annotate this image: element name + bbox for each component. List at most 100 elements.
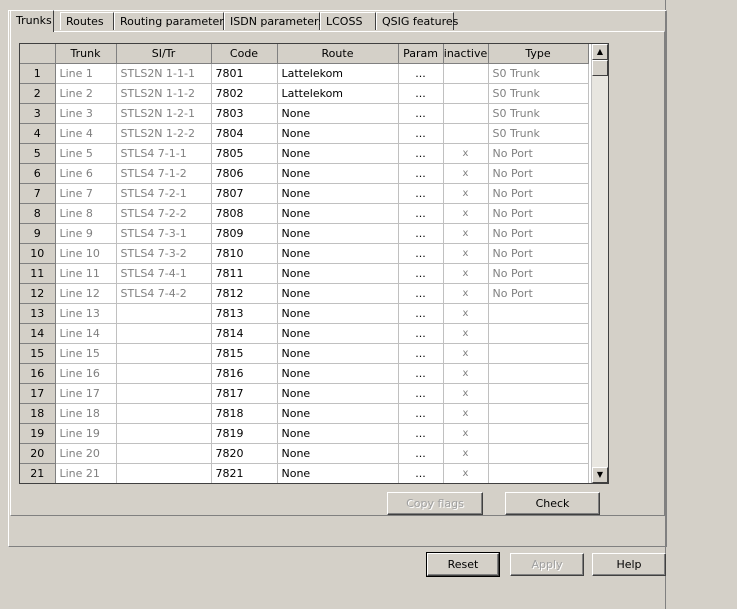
param-cell[interactable]: ... bbox=[398, 403, 444, 424]
param-cell[interactable]: ... bbox=[398, 163, 444, 184]
type-cell[interactable]: No Port bbox=[488, 223, 589, 244]
si-tr-cell[interactable]: STLS4 7-1-2 bbox=[116, 163, 212, 184]
inactive-cell[interactable]: x bbox=[443, 363, 489, 384]
trunk-cell[interactable]: Line 6 bbox=[55, 163, 117, 184]
trunk-cell[interactable]: Line 17 bbox=[55, 383, 117, 404]
table-row[interactable]: 18 Line 18 7818 None... x bbox=[20, 403, 589, 424]
copy-flags-button[interactable]: Copy flags bbox=[387, 492, 483, 515]
param-cell[interactable]: ... bbox=[398, 63, 444, 84]
si-tr-cell[interactable] bbox=[116, 443, 212, 464]
inactive-cell[interactable]: x bbox=[443, 463, 489, 483]
type-cell[interactable] bbox=[488, 303, 589, 324]
type-cell[interactable] bbox=[488, 383, 589, 404]
table-row[interactable]: 13 Line 13 7813 None... x bbox=[20, 303, 589, 324]
route-cell[interactable]: None bbox=[277, 223, 399, 244]
table-row[interactable]: 21 Line 21 7821 None... x bbox=[20, 463, 589, 483]
trunk-cell[interactable]: Line 7 bbox=[55, 183, 117, 204]
apply-button[interactable]: Apply bbox=[510, 553, 584, 576]
type-cell[interactable]: No Port bbox=[488, 203, 589, 224]
route-cell[interactable]: None bbox=[277, 203, 399, 224]
table-row[interactable]: 3 Line 3 STLS2N 1-2-1 7803 None... S0 Trunk bbox=[20, 103, 589, 124]
si-tr-cell[interactable] bbox=[116, 463, 212, 483]
column-header-route[interactable]: Route bbox=[277, 44, 399, 64]
code-cell[interactable]: 7806 bbox=[211, 163, 278, 184]
code-cell[interactable]: 7815 bbox=[211, 343, 278, 364]
table-row[interactable]: 20 Line 20 7820 None... x bbox=[20, 443, 589, 464]
code-cell[interactable]: 7821 bbox=[211, 463, 278, 483]
si-tr-cell[interactable] bbox=[116, 403, 212, 424]
inactive-cell[interactable]: x bbox=[443, 223, 489, 244]
inactive-cell[interactable]: x bbox=[443, 303, 489, 324]
code-cell[interactable]: 7819 bbox=[211, 423, 278, 444]
type-cell[interactable]: No Port bbox=[488, 283, 589, 304]
table-row[interactable]: 11 Line 11 STLS4 7-4-1 7811 None... x No Port bbox=[20, 263, 589, 284]
inactive-cell[interactable]: x bbox=[443, 323, 489, 344]
route-cell[interactable]: None bbox=[277, 123, 399, 144]
si-tr-cell[interactable]: STLS4 7-4-1 bbox=[116, 263, 212, 284]
route-cell[interactable]: None bbox=[277, 243, 399, 264]
type-cell[interactable] bbox=[488, 323, 589, 344]
table-row[interactable]: 1 Line 1 STLS2N 1-1-1 7801 Lattelekom... S0 T… bbox=[20, 63, 589, 84]
route-cell[interactable]: None bbox=[277, 463, 399, 483]
table-row[interactable]: 5 Line 5 STLS4 7-1-1 7805 None... x No Port bbox=[20, 143, 589, 164]
table-row[interactable]: 19 Line 19 7819 None... x bbox=[20, 423, 589, 444]
trunk-cell[interactable]: Line 2 bbox=[55, 83, 117, 104]
inactive-cell[interactable]: x bbox=[443, 263, 489, 284]
table-row[interactable]: 9 Line 9 STLS4 7-3-1 7809 None... x No Port bbox=[20, 223, 589, 244]
code-cell[interactable]: 7804 bbox=[211, 123, 278, 144]
trunk-grid[interactable]: Trunk SI/Tr Code Route Param inactive Ty… bbox=[19, 43, 609, 484]
param-cell[interactable]: ... bbox=[398, 363, 444, 384]
type-cell[interactable]: No Port bbox=[488, 163, 589, 184]
inactive-cell[interactable]: x bbox=[443, 343, 489, 364]
code-cell[interactable]: 7812 bbox=[211, 283, 278, 304]
si-tr-cell[interactable]: STLS2N 1-1-2 bbox=[116, 83, 212, 104]
trunk-cell[interactable]: Line 14 bbox=[55, 323, 117, 344]
route-cell[interactable]: Lattelekom bbox=[277, 63, 399, 84]
tab-isdn-parameters[interactable]: ISDN parameters bbox=[224, 12, 324, 30]
code-cell[interactable]: 7820 bbox=[211, 443, 278, 464]
param-cell[interactable]: ... bbox=[398, 463, 444, 483]
trunk-cell[interactable]: Line 8 bbox=[55, 203, 117, 224]
scroll-down-arrow-icon[interactable]: ▼ bbox=[592, 467, 608, 483]
code-cell[interactable]: 7813 bbox=[211, 303, 278, 324]
param-cell[interactable]: ... bbox=[398, 223, 444, 244]
type-cell[interactable]: No Port bbox=[488, 183, 589, 204]
inactive-cell[interactable] bbox=[443, 123, 489, 144]
tab-trunks[interactable]: Trunks bbox=[10, 10, 54, 32]
route-cell[interactable]: None bbox=[277, 143, 399, 164]
trunk-cell[interactable]: Line 19 bbox=[55, 423, 117, 444]
si-tr-cell[interactable] bbox=[116, 323, 212, 344]
route-cell[interactable]: None bbox=[277, 363, 399, 384]
si-tr-cell[interactable]: STLS4 7-3-2 bbox=[116, 243, 212, 264]
trunk-cell[interactable]: Line 5 bbox=[55, 143, 117, 164]
si-tr-cell[interactable]: STLS4 7-2-1 bbox=[116, 183, 212, 204]
trunk-cell[interactable]: Line 12 bbox=[55, 283, 117, 304]
code-cell[interactable]: 7816 bbox=[211, 363, 278, 384]
code-cell[interactable]: 7802 bbox=[211, 83, 278, 104]
route-cell[interactable]: None bbox=[277, 263, 399, 284]
code-cell[interactable]: 7801 bbox=[211, 63, 278, 84]
param-cell[interactable]: ... bbox=[398, 443, 444, 464]
type-cell[interactable]: S0 Trunk bbox=[488, 63, 589, 84]
table-row[interactable]: 4 Line 4 STLS2N 1-2-2 7804 None... S0 Trunk bbox=[20, 123, 589, 144]
type-cell[interactable] bbox=[488, 423, 589, 444]
column-header-type[interactable]: Type bbox=[488, 44, 589, 64]
route-cell[interactable]: None bbox=[277, 343, 399, 364]
column-header-param[interactable]: Param bbox=[398, 44, 444, 64]
trunk-cell[interactable]: Line 21 bbox=[55, 463, 117, 483]
route-cell[interactable]: None bbox=[277, 103, 399, 124]
param-cell[interactable]: ... bbox=[398, 423, 444, 444]
tab-routes[interactable]: Routes bbox=[60, 12, 114, 30]
trunk-cell[interactable]: Line 11 bbox=[55, 263, 117, 284]
code-cell[interactable]: 7803 bbox=[211, 103, 278, 124]
param-cell[interactable]: ... bbox=[398, 303, 444, 324]
route-cell[interactable]: None bbox=[277, 403, 399, 424]
si-tr-cell[interactable]: STLS4 7-1-1 bbox=[116, 143, 212, 164]
check-button[interactable]: Check bbox=[505, 492, 600, 515]
type-cell[interactable]: No Port bbox=[488, 143, 589, 164]
trunk-cell[interactable]: Line 20 bbox=[55, 443, 117, 464]
column-header-si-tr[interactable]: SI/Tr bbox=[116, 44, 212, 64]
column-header-code[interactable]: Code bbox=[211, 44, 278, 64]
table-row[interactable]: 12 Line 12 STLS4 7-4-2 7812 None... x No Port bbox=[20, 283, 589, 304]
param-cell[interactable]: ... bbox=[398, 183, 444, 204]
